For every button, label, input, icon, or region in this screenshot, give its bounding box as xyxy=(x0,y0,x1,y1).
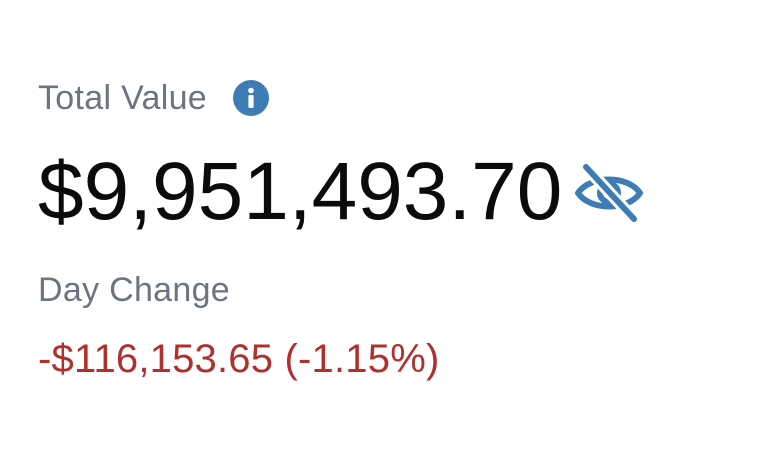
portfolio-summary-panel: Total Value $9,951,493.70 Day Change -$1… xyxy=(0,0,760,471)
day-change-header: Day Change xyxy=(38,270,230,310)
day-change-amount: -$116,153.65 (-1.15%) xyxy=(38,337,440,381)
eye-slash-icon[interactable] xyxy=(572,161,646,225)
info-glyph xyxy=(248,87,254,108)
total-value-label: Total Value xyxy=(38,79,208,117)
total-value-amount: $9,951,493.70 xyxy=(38,146,563,237)
day-change-row: -$116,153.65 (-1.15%) xyxy=(38,336,440,382)
eye-slash-glyph xyxy=(575,161,644,225)
day-change-label: Day Change xyxy=(38,271,231,309)
total-value-header: Total Value xyxy=(38,78,270,118)
total-value-row: $9,951,493.70 xyxy=(38,146,646,238)
info-icon[interactable] xyxy=(233,80,270,116)
